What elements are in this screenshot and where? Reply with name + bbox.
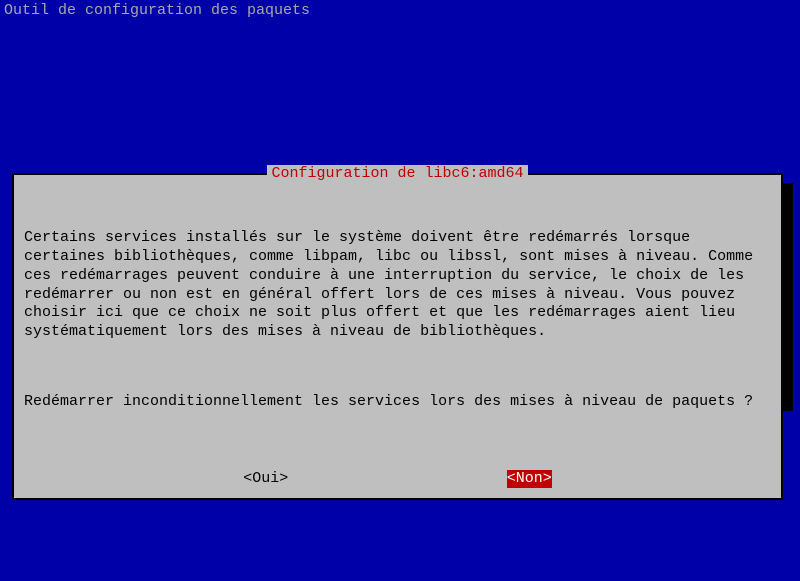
header-title: Outil de configuration des paquets	[4, 2, 310, 19]
no-button[interactable]: <Non>	[507, 470, 552, 489]
dialog-title: Configuration de libc6:amd64	[267, 165, 527, 184]
yes-button[interactable]: <Oui>	[243, 470, 288, 489]
config-dialog: Configuration de libc6:amd64 Certains se…	[12, 173, 783, 500]
dialog-buttons: <Oui> <Non>	[14, 470, 781, 489]
window-header: Outil de configuration des paquets	[0, 0, 800, 23]
dialog-description: Certains services installés sur le systè…	[24, 229, 771, 342]
dialog-content: Certains services installés sur le systè…	[14, 192, 781, 464]
dialog-question: Redémarrer inconditionnellement les serv…	[24, 393, 771, 412]
dialog-title-row: Configuration de libc6:amd64	[14, 165, 781, 184]
